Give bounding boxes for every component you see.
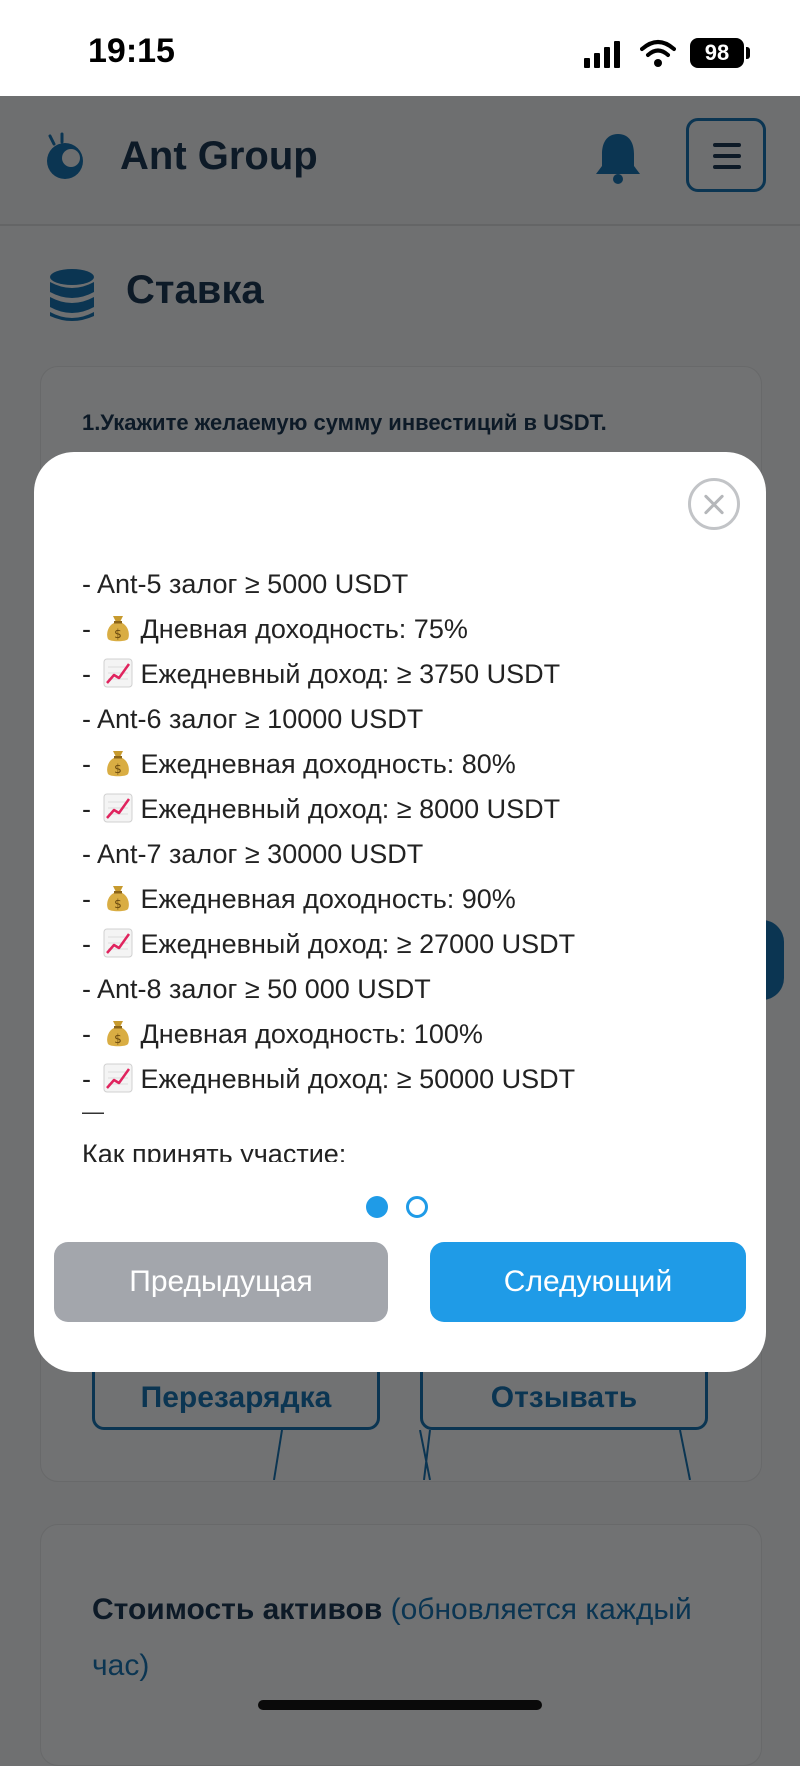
modal-line: - $ Ежедневная доходность: 80% — [82, 749, 516, 779]
battery-nub — [746, 47, 750, 59]
wifi-icon — [640, 40, 676, 67]
modal-line: - Ежедневный доход: ≥ 27000 USDT — [82, 928, 576, 959]
battery-indicator: 98 — [690, 38, 744, 68]
modal-line-text: - Ant-5 залог ≥ 5000 USDT — [82, 569, 409, 599]
money-bag-icon: $ — [106, 1021, 129, 1047]
modal-divider: — — [82, 1099, 104, 1124]
chart-increasing-icon — [103, 928, 132, 958]
app-title: Ant Group — [120, 134, 318, 178]
next-button[interactable]: Следующий — [430, 1242, 746, 1322]
money-bag-icon: $ — [106, 886, 129, 912]
chart-increasing-icon — [103, 793, 132, 823]
modal-line-text: - Ant-6 залог ≥ 10000 USDT — [82, 704, 424, 734]
modal-line-text: Ежедневный доход: ≥ 50000 USDT — [140, 1064, 576, 1094]
chart-increasing-icon — [103, 658, 132, 688]
section-title: Ставка — [126, 268, 264, 312]
status-bar: 19:15 98 — [0, 0, 800, 96]
modal-line-text: - Ant-7 залог ≥ 30000 USDT — [82, 839, 424, 869]
close-button[interactable] — [688, 478, 740, 530]
modal-line: - Ant-8 залог ≥ 50 000 USDT — [82, 967, 722, 1012]
modal-line-text: Ежедневный доход: ≥ 8000 USDT — [140, 794, 561, 824]
bell-icon[interactable] — [592, 130, 644, 184]
modal-line: - Ant-5 залог ≥ 5000 USDT — [82, 562, 722, 607]
money-bag-icon: $ — [106, 751, 129, 777]
assets-title: Стоимость активов — [92, 1593, 383, 1626]
modal-line-text: Дневная доходность: 75% — [140, 614, 468, 644]
previous-button[interactable]: Предыдущая — [54, 1242, 388, 1322]
modal-line: - Ant-7 залог ≥ 30000 USDT — [82, 832, 722, 877]
modal-line: - $ Дневная доходность: 100% — [82, 1019, 483, 1049]
menu-icon-bar — [713, 154, 741, 158]
svg-text:$: $ — [114, 1032, 122, 1046]
modal-line: - Ежедневный доход: ≥ 50000 USDT — [82, 1063, 576, 1094]
modal-content[interactable]: - Ant-5 залог ≥ 5000 USDT - $ Дневная дохо… — [82, 562, 722, 1162]
stake-instruction: 1.Укажите желаемую сумму инвестиций в US… — [82, 410, 607, 435]
modal-line-text: Ежедневная доходность: 90% — [140, 884, 516, 914]
svg-text:$: $ — [114, 897, 122, 911]
modal-line: - Ant-6 залог ≥ 10000 USDT — [82, 697, 722, 742]
modal-line: - $ Дневная доходность: 75% — [82, 614, 468, 644]
pagination-dots — [366, 1196, 428, 1220]
home-indicator — [258, 1700, 542, 1710]
modal-line-text: - Ant-8 залог ≥ 50 000 USDT — [82, 974, 431, 1004]
modal-line-text: Дневная доходность: 100% — [140, 1019, 483, 1049]
modal-line-text: Ежедневный доход: ≥ 27000 USDT — [140, 929, 576, 959]
menu-button[interactable] — [686, 118, 766, 192]
menu-icon-bar — [713, 143, 741, 147]
background-connector-lines — [273, 1430, 691, 1480]
ant-logo-icon — [47, 132, 83, 179]
info-modal: - Ant-5 залог ≥ 5000 USDT - $ Дневная дохо… — [34, 452, 766, 1372]
menu-icon-bar — [713, 165, 741, 169]
pagination-dot-inactive[interactable] — [406, 1196, 428, 1218]
modal-line-text: Ежедневная доходность: 80% — [140, 749, 516, 779]
modal-line: - $ Ежедневная доходность: 90% — [82, 884, 516, 914]
modal-line: - Ежедневный доход: ≥ 3750 USDT — [82, 658, 561, 689]
status-time: 19:15 — [88, 32, 175, 70]
money-bag-icon: $ — [106, 616, 129, 642]
svg-text:$: $ — [114, 627, 122, 641]
app-header: Ant Group — [0, 96, 800, 226]
signal-icon — [584, 41, 620, 68]
modal-line: - Ежедневный доход: ≥ 8000 USDT — [82, 793, 561, 824]
database-icon — [50, 269, 94, 321]
participate-heading: Как принять участие: — [82, 1139, 347, 1162]
chart-increasing-icon — [103, 1063, 132, 1093]
svg-text:$: $ — [114, 762, 122, 776]
assets-heading: Стоимость активов (обновляется каждый ча… — [92, 1582, 692, 1694]
modal-line-text: Ежедневный доход: ≥ 3750 USDT — [140, 659, 561, 689]
pagination-dot-active[interactable] — [366, 1196, 388, 1218]
